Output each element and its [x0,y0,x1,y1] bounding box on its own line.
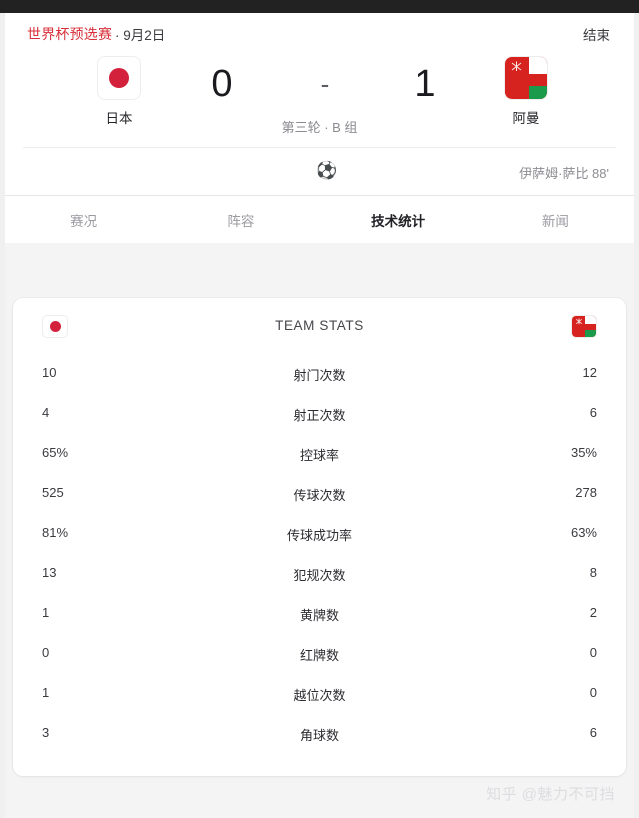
away-stat-value: 12 [582,365,597,380]
table-row: 1 黄牌数 2 [13,594,626,634]
away-stat-value: 6 [589,725,597,740]
table-row: 1 越位次数 0 [13,674,626,714]
oman-flag-icon-small [572,316,596,337]
oman-flag-white-band-small [585,316,596,325]
table-row: 10 射门次数 12 [13,354,626,394]
tab-stats[interactable]: 技术统计 [320,196,477,243]
tab-overview[interactable]: 赛况 [5,196,162,243]
table-row: 81% 传球成功率 63% [13,514,626,554]
tab-news[interactable]: 新闻 [477,196,634,243]
away-score: 1 [414,63,436,105]
away-stat-value: 0 [589,685,597,700]
score-separator: - [320,69,330,99]
tab-lineups[interactable]: 阵容 [162,196,319,243]
match-header: 世界杯预选赛 · 9月2日 结束 [5,13,634,49]
away-stat-value: 2 [589,605,597,620]
away-stat-value: 6 [589,405,597,420]
team-stats-header: TEAM STATS [13,298,626,354]
oman-flag-icon [505,57,547,99]
team-stats-card: TEAM STATS 10 射门次数 12 4 射正次数 6 65% 控球率 3… [13,298,626,776]
table-row: 525 传球次数 278 [13,474,626,514]
page-background: 世界杯预选赛 · 9月2日 结束 日本 0 - 1 阿曼 第三轮 · B 组 ⚽… [0,13,639,818]
competition-name[interactable]: 世界杯预选赛 [27,24,112,44]
soccer-ball-icon: ⚽ [316,161,338,180]
round-group-info: 第三轮 · B 组 [281,120,358,135]
oman-flag-green-band-small [585,330,596,337]
watermark: 知乎 @魅力不可挡 [486,786,615,803]
away-stat-value: 0 [589,645,597,660]
match-date: · 9月2日 [115,28,166,43]
home-score: 0 [211,63,233,105]
app-screenshot: 世界杯预选赛 · 9月2日 结束 日本 0 - 1 阿曼 第三轮 · B 组 ⚽… [0,0,639,818]
japan-flag-icon [98,57,140,99]
away-stat-value: 35% [570,445,597,460]
goal-scorer-text: 伊萨姆·萨比 88' [519,166,609,181]
table-row: 65% 控球率 35% [13,434,626,474]
table-row: 4 射正次数 6 [13,394,626,434]
match-tabs: 赛况 阵容 技术统计 新闻 [5,195,634,243]
table-row: 13 犯规次数 8 [13,554,626,594]
match-status-badge: 结束 [583,28,610,43]
away-stat-value: 8 [589,565,597,580]
page-edge-right [634,13,639,818]
oman-flag-green-band [528,85,547,99]
table-row: 3 角球数 6 [13,714,626,754]
oman-flag-white-band [528,57,547,74]
goal-events-strip: ⚽ 伊萨姆·萨比 88' [23,147,616,195]
oman-emblem-icon [511,61,522,71]
match-summary-panel: 世界杯预选赛 · 9月2日 结束 日本 0 - 1 阿曼 第三轮 · B 组 ⚽… [5,13,634,243]
status-bar [0,0,639,13]
away-stat-value: 278 [575,485,597,500]
away-stat-value: 63% [570,525,597,540]
scoreline: 日本 0 - 1 阿曼 第三轮 · B 组 [5,49,634,147]
team-stats-title: TEAM STATS [275,318,364,333]
oman-emblem-icon-small [575,318,583,325]
table-row: 0 红牌数 0 [13,634,626,674]
